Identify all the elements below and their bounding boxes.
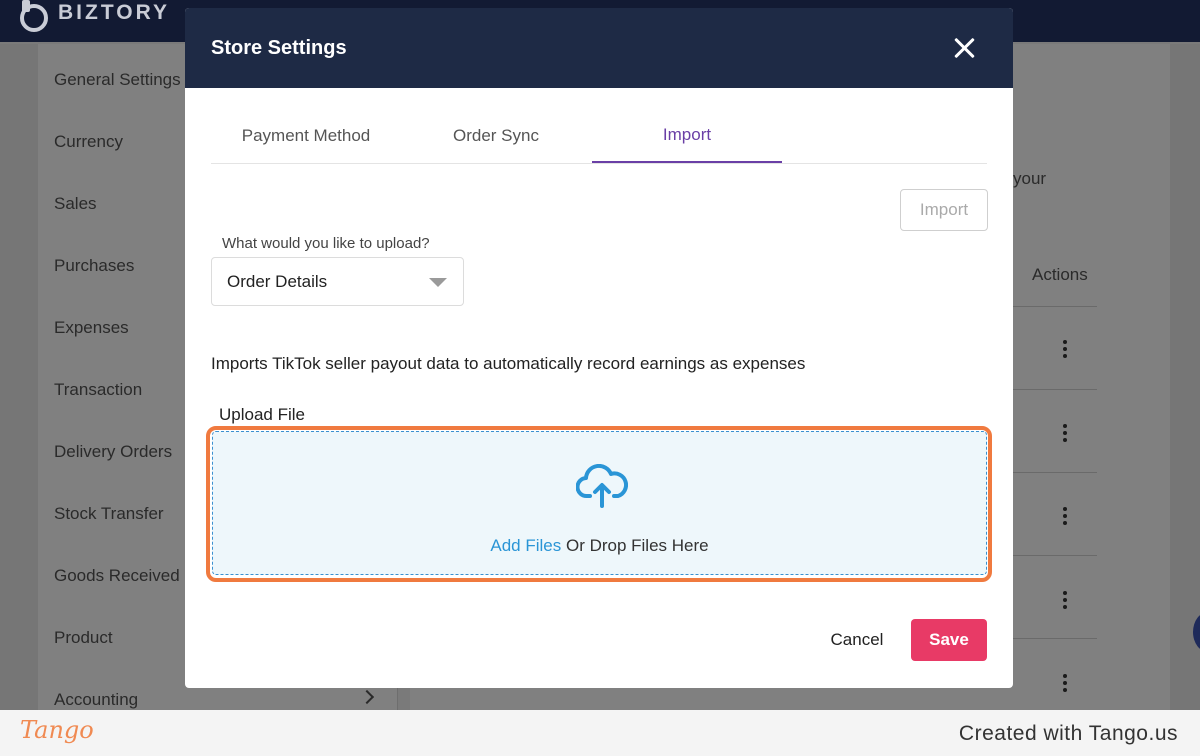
row-divider [1013,389,1097,390]
upload-file-label: Upload File [219,405,305,424]
sidebar-item-accounting[interactable]: Accounting [54,690,138,710]
left-strip [0,44,38,710]
row-divider [1013,306,1097,307]
close-icon[interactable] [953,36,977,60]
row-divider [1013,472,1097,473]
upload-type-value: Order Details [227,271,328,291]
tab-import[interactable]: Import [592,108,782,163]
cancel-button[interactable]: Cancel [817,620,897,660]
more-actions-icon[interactable] [1062,591,1068,611]
sidebar-item-delivery-orders[interactable]: Delivery Orders [54,442,172,462]
caret-down-icon [429,278,447,287]
created-with-text: Created with Tango.us [958,722,1178,745]
more-actions-icon[interactable] [1062,424,1068,444]
right-strip [1170,44,1200,710]
modal-title: Store Settings [211,36,347,59]
sidebar-item-general-settings[interactable]: General Settings [54,70,181,90]
file-dropzone[interactable]: Add Files Or Drop Files Here [212,431,987,575]
row-divider [1013,555,1097,556]
brand-name: BIZTORY [58,1,171,24]
actions-column-header: Actions [1032,265,1088,284]
modal-header: Store Settings [185,8,1013,88]
tango-footer: Tango Created with Tango.us [0,710,1200,756]
logo-icon [18,0,48,32]
drop-files-text: Or Drop Files Here [561,536,709,555]
sidebar-item-transaction[interactable]: Transaction [54,380,142,400]
import-button[interactable]: Import [900,189,988,231]
sidebar-item-product[interactable]: Product [54,628,113,648]
more-actions-icon[interactable] [1062,340,1068,360]
background-partial-text: your [1013,169,1047,188]
store-settings-modal: Store Settings Payment Method Order Sync… [185,8,1013,688]
row-divider [1013,638,1097,639]
sidebar-item-currency[interactable]: Currency [54,132,123,152]
sidebar-item-stock-transfer[interactable]: Stock Transfer [54,504,164,524]
more-actions-icon[interactable] [1062,507,1068,527]
tab-payment-method[interactable]: Payment Method [211,108,401,164]
add-files-link[interactable]: Add Files [490,536,561,555]
tab-order-sync[interactable]: Order Sync [401,108,591,164]
sidebar-item-expenses[interactable]: Expenses [54,318,129,338]
upload-type-label: What would you like to upload? [222,235,430,252]
sidebar-item-purchases[interactable]: Purchases [54,256,134,276]
more-actions-icon[interactable] [1062,674,1068,694]
sidebar-item-goods-received[interactable]: Goods Received [54,566,180,586]
cloud-upload-icon [576,464,628,508]
tango-logo: Tango [20,716,94,744]
upload-type-select[interactable]: Order Details [211,257,464,306]
brand-logo: BIZTORY [18,0,171,32]
import-description: Imports TikTok seller payout data to aut… [211,354,806,373]
dropzone-text: Add Files Or Drop Files Here [213,536,986,556]
save-button[interactable]: Save [911,619,987,661]
settings-tabs: Payment Method Order Sync Import [211,108,987,164]
sidebar-item-sales[interactable]: Sales [54,194,97,214]
